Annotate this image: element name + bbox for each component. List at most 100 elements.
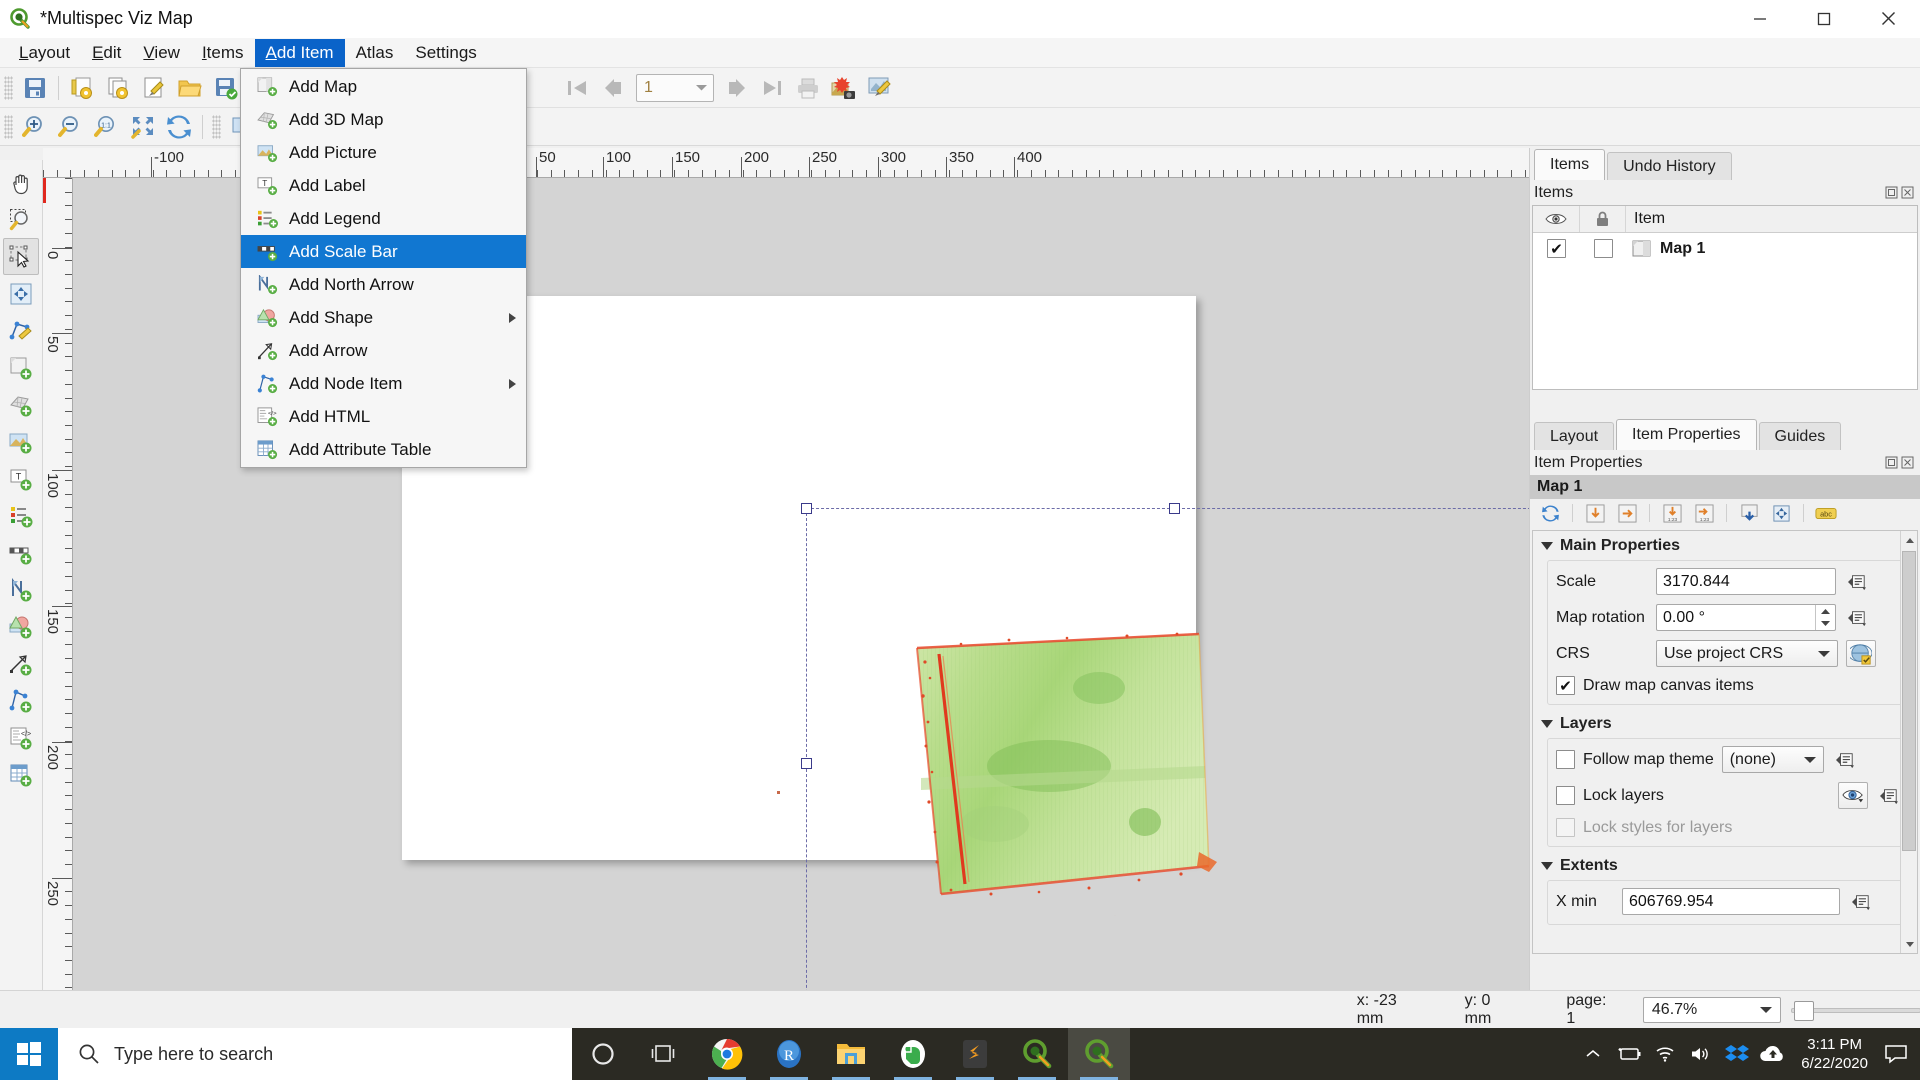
move-item-content-tool-icon[interactable] (3, 275, 39, 312)
tab-items[interactable]: Items (1534, 149, 1606, 180)
add-label-tool-icon[interactable]: T (3, 460, 39, 497)
x-min-input[interactable]: 606769.954 (1622, 888, 1840, 915)
save-project-icon[interactable] (17, 71, 53, 105)
qgis-layout-icon[interactable] (1068, 1028, 1130, 1080)
menu-item-add-map[interactable]: Add Map (241, 70, 526, 103)
zoom-level-combo[interactable]: 46.7% (1642, 996, 1782, 1023)
add-shape-tool-icon[interactable] (3, 608, 39, 645)
add-scalebar-tool-icon[interactable] (3, 534, 39, 571)
taskbar-clock[interactable]: 3:11 PM 6/22/2020 (1791, 1035, 1878, 1073)
previous-page-icon[interactable] (596, 71, 632, 105)
menu-item-add-3d-map[interactable]: Add 3D Map (241, 103, 526, 136)
tab-item-properties[interactable]: Item Properties (1616, 419, 1757, 450)
new-layout-icon[interactable] (64, 71, 100, 105)
scroll-up-arrow-icon[interactable] (1901, 531, 1917, 549)
print-icon[interactable] (790, 71, 826, 105)
item-visible-checkbox[interactable]: ✔ (1547, 239, 1566, 258)
menu-item-add-node-item[interactable]: Add Node Item (241, 367, 526, 400)
draw-map-canvas-items-checkbox[interactable]: ✔ (1556, 676, 1575, 695)
item-lock-checkbox[interactable] (1593, 239, 1613, 258)
add-picture-tool-icon[interactable] (3, 423, 39, 460)
add-legend-tool-icon[interactable] (3, 497, 39, 534)
last-page-icon[interactable] (754, 71, 790, 105)
duplicate-layout-icon[interactable] (100, 71, 136, 105)
map-rotation-stepper[interactable] (1815, 605, 1835, 630)
refresh-view-icon[interactable] (161, 110, 197, 144)
zoom-out-icon[interactable] (53, 110, 89, 144)
labels-icon[interactable]: abc (1811, 500, 1841, 526)
resize-handle-w[interactable] (801, 758, 812, 769)
minimize-button[interactable] (1728, 0, 1792, 38)
set-extent-from-canvas-icon[interactable] (1580, 500, 1610, 526)
add-table-tool-icon[interactable] (3, 756, 39, 793)
resize-handle-n[interactable] (1169, 503, 1180, 514)
zoom-slider-handle[interactable] (1794, 1000, 1815, 1021)
close-icon[interactable] (1901, 186, 1914, 199)
close-button[interactable] (1856, 0, 1920, 38)
dropbox-icon[interactable] (1719, 1028, 1755, 1080)
menu-atlas[interactable]: Atlas (345, 39, 405, 67)
export-image-icon[interactable] (826, 71, 862, 105)
menu-item-add-label[interactable]: T Add Label (241, 169, 526, 202)
zoom-full-icon[interactable] (125, 110, 161, 144)
menu-settings[interactable]: Settings (404, 39, 487, 67)
zoom-actual-icon[interactable]: 1:1 (89, 110, 125, 144)
tab-layout[interactable]: Layout (1534, 422, 1615, 450)
search-input[interactable]: Type here to search (58, 1028, 572, 1080)
scroll-down-arrow-icon[interactable] (1901, 935, 1917, 953)
menu-item-add-scale-bar[interactable]: Add Scale Bar (241, 235, 526, 268)
save-template-icon[interactable] (208, 71, 244, 105)
lock-layers-data-defined-icon[interactable] (1876, 783, 1902, 808)
menu-item-add-attribute-table[interactable]: Add Attribute Table (241, 433, 526, 466)
zoom-tool-icon[interactable] (3, 201, 39, 238)
collapse-triangle-icon[interactable] (1541, 542, 1553, 550)
layout-manager-icon[interactable] (136, 71, 172, 105)
volume-icon[interactable] (1683, 1028, 1719, 1080)
menu-item-add-arrow[interactable]: Add Arrow (241, 334, 526, 367)
next-page-icon[interactable] (718, 71, 754, 105)
chevron-down-icon-crs[interactable] (1811, 649, 1837, 658)
menu-item-add-html[interactable]: </> Add HTML (241, 400, 526, 433)
scale-input[interactable]: 3170.844 (1656, 568, 1836, 595)
extents-header[interactable]: Extents (1541, 857, 1917, 875)
scrollbar-thumb[interactable] (1902, 551, 1916, 851)
page-number-combo[interactable]: 1 (636, 73, 714, 102)
scale-data-defined-icon[interactable] (1844, 569, 1870, 594)
menu-item-add-picture[interactable]: Add Picture (241, 136, 526, 169)
chevron-down-icon-theme[interactable] (1797, 755, 1823, 764)
pan-tool-icon[interactable] (3, 164, 39, 201)
add-item-dropdown-menu[interactable]: Add Map Add 3D Map Add Picture T Add Label Ad… (240, 68, 527, 468)
map-theme-combo[interactable]: (none) (1721, 746, 1824, 773)
add-3d-map-tool-icon[interactable] (3, 386, 39, 423)
set-canvas-from-extent-icon[interactable] (1612, 500, 1642, 526)
toolbar-grip[interactable] (4, 75, 13, 100)
file-explorer-icon[interactable] (820, 1028, 882, 1080)
items-table[interactable]: Item ✔ Map 1 (1532, 205, 1918, 390)
battery-icon[interactable] (1611, 1028, 1647, 1080)
set-canvas-from-scale-icon[interactable]: 1:23 (1689, 500, 1719, 526)
windows-start-icon[interactable] (0, 1028, 58, 1080)
notifications-icon[interactable] (1878, 1028, 1914, 1080)
menu-item-add-north-arrow[interactable]: Add North Arrow (241, 268, 526, 301)
menu-view[interactable]: View (132, 39, 191, 67)
theme-data-defined-icon[interactable] (1832, 747, 1858, 772)
cortana-icon[interactable] (572, 1028, 634, 1080)
evernote-icon[interactable] (882, 1028, 944, 1080)
lock-toolbar-grip[interactable] (212, 114, 221, 139)
xmin-data-defined-icon[interactable] (1848, 889, 1874, 914)
chevron-down-icon-zoom[interactable] (1752, 1005, 1780, 1014)
chevron-down-icon[interactable] (689, 83, 713, 92)
edit-nodes-tool-icon[interactable] (3, 312, 39, 349)
menu-item-add-legend[interactable]: Add Legend (241, 202, 526, 235)
tab-guides[interactable]: Guides (1758, 422, 1842, 450)
item-properties-scroll-area[interactable]: Main Properties Scale 3170.844 Map rotat… (1532, 530, 1918, 954)
open-template-icon[interactable] (172, 71, 208, 105)
tab-undo-history[interactable]: Undo History (1607, 152, 1732, 180)
menu-item-add-shape[interactable]: Add Shape (241, 301, 526, 334)
lock-layers-checkbox[interactable] (1556, 786, 1575, 805)
set-layers-from-canvas-button[interactable] (1838, 782, 1868, 809)
undock-icon[interactable] (1885, 186, 1898, 199)
undock-icon-2[interactable] (1885, 456, 1898, 469)
follow-map-theme-checkbox[interactable] (1556, 750, 1575, 769)
add-node-tool-icon[interactable] (3, 682, 39, 719)
